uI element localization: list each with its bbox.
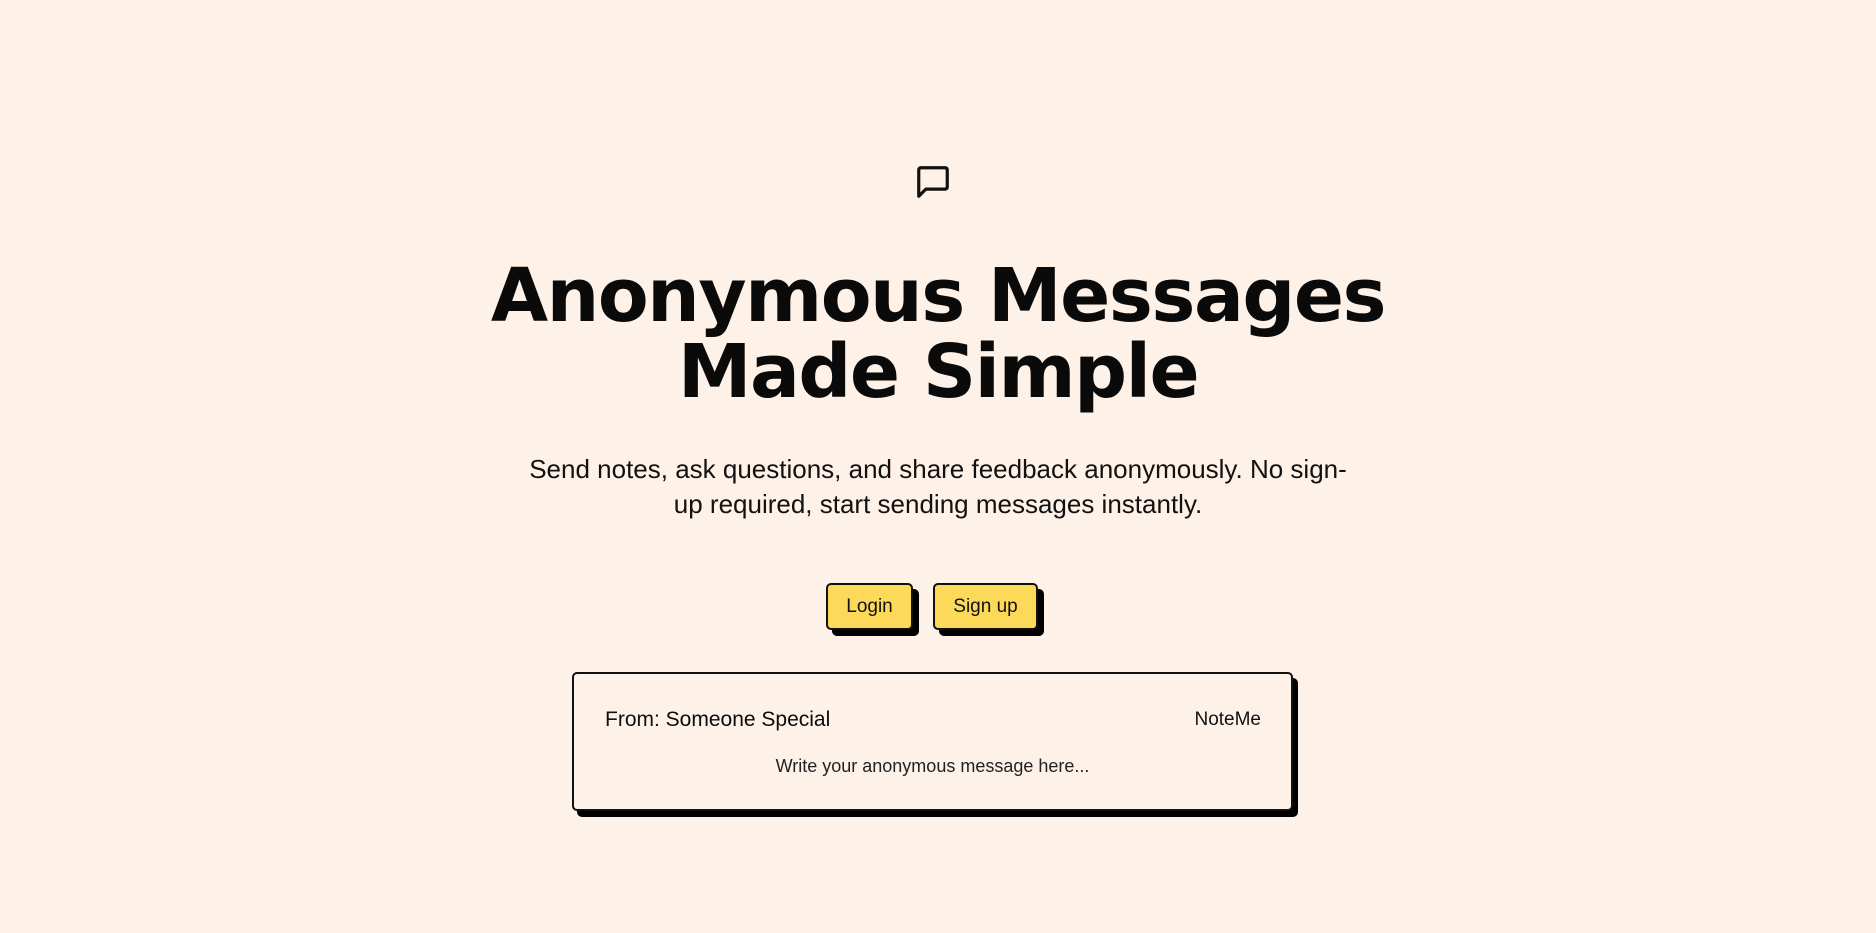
- signup-button[interactable]: Sign up: [933, 583, 1038, 630]
- from-name: Someone Special: [665, 708, 831, 731]
- message-placeholder: Write your anonymous message here...: [775, 756, 1090, 776]
- brand-name: NoteMe: [1194, 709, 1261, 730]
- message-preview-card: From: Someone Special NoteMe Write your …: [572, 672, 1293, 811]
- login-button[interactable]: Login: [826, 583, 913, 630]
- message-sender: From: Someone Special: [605, 708, 830, 732]
- page-title: Anonymous Messages Made Simple: [0, 258, 1876, 410]
- page-title-line-2: Made Simple: [677, 329, 1200, 415]
- message-square-icon: [914, 163, 952, 201]
- hero-subtitle: Send notes, ask questions, and share fee…: [529, 454, 1347, 519]
- from-label: From:: [605, 708, 660, 731]
- page-title-line-1: Anonymous Messages: [490, 253, 1387, 339]
- hero-section: Anonymous Messages Made Simple Send note…: [0, 0, 1876, 933]
